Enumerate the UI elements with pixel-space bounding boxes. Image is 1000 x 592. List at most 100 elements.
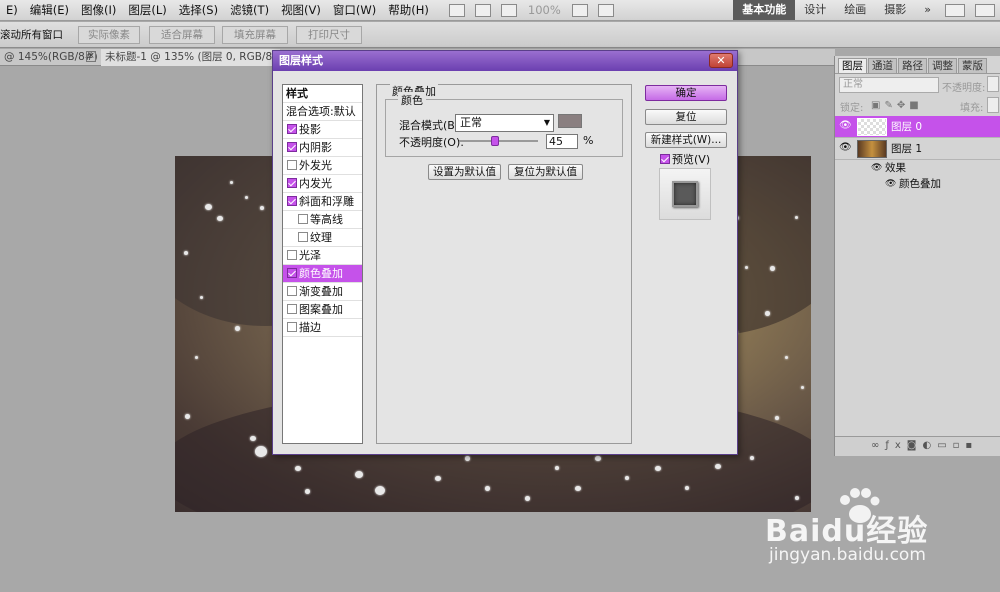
menu-item-edit[interactable]: 编辑(E) [24,0,75,20]
tab-layers[interactable]: 图层 [838,58,867,73]
new-style-button[interactable]: 新建样式(W)... [645,132,727,148]
checkbox-icon[interactable] [287,160,297,170]
style-item[interactable]: 外发光 [283,157,362,175]
style-item[interactable]: 投影 [283,121,362,139]
zoom-level[interactable]: 100% [522,0,567,20]
checkbox-icon[interactable] [287,286,297,296]
close-icon[interactable]: ✕ [709,53,733,68]
style-item-label: 颜色叠加 [299,267,343,280]
blend-options-item[interactable]: 混合选项:默认 [283,103,362,121]
workspace-photography[interactable]: 摄影 [875,0,915,20]
tab-channels[interactable]: 通道 [868,58,897,73]
menu-item-edit-partial[interactable]: E) [0,0,24,20]
checkbox-icon[interactable] [287,250,297,260]
style-item-label: 光泽 [299,249,321,262]
preview-checkbox[interactable]: 预览(V) [660,151,710,167]
opacity-slider-thumb[interactable] [490,136,499,146]
style-item[interactable]: 渐变叠加 [283,283,362,301]
layer-name[interactable]: 图层 1 [891,139,922,159]
effect-name: 颜色叠加 [899,178,941,190]
opacity-slider-track[interactable] [459,136,538,146]
layer-row-1[interactable]: 👁 图层 1 [835,138,1000,160]
scroll-all-windows-checkbox[interactable]: 滚动所有窗口 [0,27,63,42]
color-swatch[interactable] [558,114,582,128]
layer-thumbnail [857,140,887,158]
reset-default-button[interactable]: 复位为默认值 [508,164,583,180]
set-default-button[interactable]: 设置为默认值 [428,164,501,180]
more-workspaces-icon[interactable]: » [915,0,940,20]
menu-item-image[interactable]: 图像(I) [75,0,122,20]
eye-icon[interactable]: 👁 [839,138,852,158]
tab-masks[interactable]: 蒙版 [958,58,987,73]
lock-icons[interactable]: ▣✎✥■ [871,100,923,111]
fill-label: 填充: [960,103,984,114]
checkbox-icon[interactable] [287,178,297,188]
style-item[interactable]: 描边 [283,319,362,337]
fill-screen-button[interactable]: 填充屏幕 [222,26,288,44]
blend-mode-select[interactable]: 正常 ▼ [455,114,554,132]
view-extras-icon[interactable] [500,3,517,17]
document-tab-2[interactable]: 未标题-1 @ 135% (图层 0, RGB/8) [101,49,281,66]
style-item[interactable]: 内阴影 [283,139,362,157]
dialog-title-bar[interactable]: 图层样式 [273,51,737,71]
menu-item-filter[interactable]: 滤镜(T) [224,0,275,20]
reset-button[interactable]: 复位 [645,109,727,125]
water-drop [525,496,530,501]
workspace-design[interactable]: 设计 [795,0,835,20]
eye-icon[interactable]: 👁 [885,176,896,192]
style-item[interactable]: 斜面和浮雕 [283,193,362,211]
tab-adjustments[interactable]: 调整 [928,58,957,73]
print-size-button[interactable]: 打印尺寸 [296,26,362,44]
water-drop [305,489,310,494]
style-item[interactable]: 光泽 [283,247,362,265]
checkbox-icon[interactable] [287,196,297,206]
checkbox-icon[interactable] [287,142,297,152]
ok-button[interactable]: 确定 [645,85,727,101]
restore-icon[interactable] [975,3,995,17]
checkbox-icon[interactable] [660,154,670,164]
style-item[interactable]: 颜色叠加 [283,265,362,283]
close-tab-icon[interactable]: × [86,51,96,62]
fill-field[interactable] [987,97,999,113]
fit-screen-button[interactable]: 适合屏幕 [149,26,215,44]
panel-footer-icons[interactable]: ∞ƒx◙◐▭▫▪ [835,436,1000,456]
arrange-documents-icon[interactable] [571,3,588,17]
style-item[interactable]: 等高线 [283,211,362,229]
water-drop [785,356,788,359]
menu-item-help[interactable]: 帮助(H) [382,0,435,20]
actual-pixels-button[interactable]: 实际像素 [78,26,140,44]
eye-icon[interactable]: 👁 [839,116,852,136]
effects-row[interactable]: 👁 效果 [835,160,1000,176]
workspace-essentials[interactable]: 基本功能 [733,0,796,20]
menu-item-view[interactable]: 视图(V) [275,0,327,20]
screen-mode-icon[interactable] [597,3,614,17]
menu-item-layer[interactable]: 图层(L) [122,0,172,20]
water-drop [625,476,629,480]
style-item[interactable]: 内发光 [283,175,362,193]
style-item[interactable]: 纹理 [283,229,362,247]
checkbox-icon[interactable] [287,124,297,134]
opacity-field[interactable] [987,76,999,92]
eye-icon[interactable]: 👁 [871,160,882,176]
checkbox-icon[interactable] [287,304,297,314]
checkbox-icon[interactable] [298,232,308,242]
style-item[interactable]: 图案叠加 [283,301,362,319]
workspace-painting[interactable]: 绘画 [835,0,875,20]
menu-item-select[interactable]: 选择(S) [173,0,224,20]
effect-color-overlay-row[interactable]: 👁 颜色叠加 [835,176,1000,192]
minimize-icon[interactable] [945,3,965,17]
checkbox-icon[interactable] [298,214,308,224]
checkbox-icon[interactable] [287,322,297,332]
blend-mode-select[interactable]: 正常 [839,77,939,93]
opacity-input[interactable]: 45 [546,134,578,149]
layer-row-0[interactable]: 👁 图层 0 [835,116,1000,138]
layer-name[interactable]: 图层 0 [891,117,922,137]
menu-item-window[interactable]: 窗口(W) [327,0,382,20]
styles-header[interactable]: 样式 [283,85,362,103]
bridge-icon[interactable] [448,3,465,17]
mini-bridge-icon[interactable] [474,3,491,17]
water-drop [795,216,798,219]
checkbox-icon[interactable] [287,268,297,278]
water-drop [260,206,264,210]
tab-paths[interactable]: 路径 [898,58,927,73]
